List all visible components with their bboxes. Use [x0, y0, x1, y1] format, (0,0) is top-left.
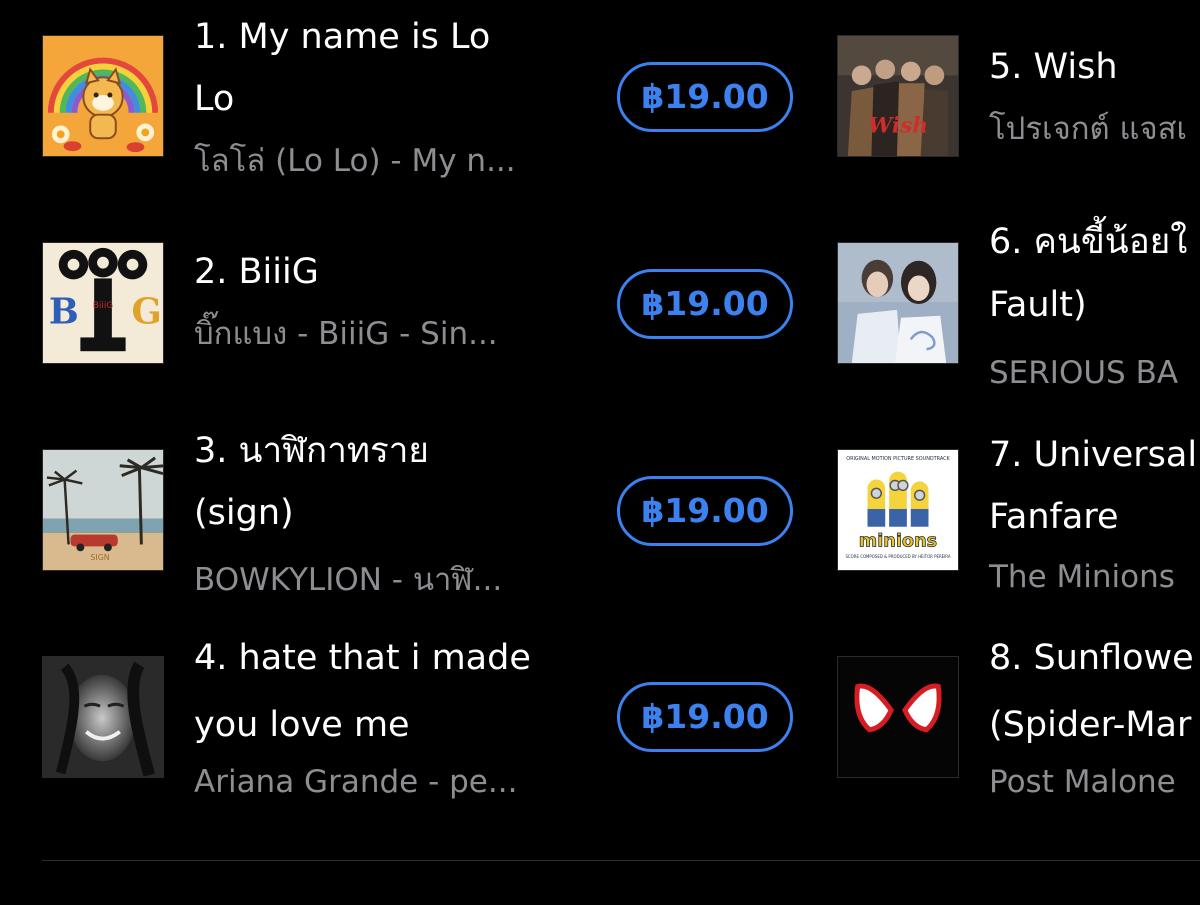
song-title-line: you love me [194, 705, 410, 745]
song-title-line: 5. Wish [989, 47, 1118, 87]
song-title-line: 2. BiiiG [194, 252, 319, 292]
album-art-spiderman-icon[interactable] [837, 656, 959, 778]
song-artist-album: Post Malone [989, 764, 1176, 800]
buy-price-button[interactable]: ฿19.00 [617, 62, 793, 132]
song-row-2[interactable]: B G BiiiG 2. BiiiG บิ๊กแบง - BiiiG - Sin… [42, 242, 802, 402]
song-title-line: Lo [194, 79, 235, 119]
album-art-sign-icon[interactable]: SIGN [42, 449, 164, 571]
song-title-line: 3. นาฬิกาทราย [194, 431, 429, 471]
buy-price-button[interactable]: ฿19.00 [617, 269, 793, 339]
song-row-4[interactable]: 4. hate that i made you love me Ariana G… [42, 638, 802, 816]
song-row-5[interactable]: Wish 5. Wish โปรเจกต์ แจสเ [837, 35, 1200, 195]
song-title-line: 1. My name is Lo [194, 17, 491, 57]
song-artist-album: โปรเจกต์ แจสเ [989, 111, 1188, 147]
song-title-line: 4. hate that i made [194, 638, 531, 678]
song-title-line: (sign) [194, 493, 294, 533]
song-row-8[interactable]: 8. Sunflowe (Spider-Mar Post Malone [837, 638, 1200, 816]
art-wish-word: Wish [868, 113, 928, 138]
svg-text:G: G [132, 292, 162, 333]
svg-text:B: B [49, 292, 79, 333]
song-title-line: Fault) [989, 285, 1087, 325]
art-minions-word: minions [859, 531, 937, 551]
song-artist-album: บิ๊กแบง - BiiiG - Sin... [194, 316, 498, 352]
art-minions-header: ORIGINAL MOTION PICTURE SOUNDTRACK [846, 456, 950, 462]
album-art-wish-icon[interactable]: Wish [837, 35, 959, 157]
album-art-mysally-icon[interactable] [837, 242, 959, 364]
art-biiig-word: BiiiG [93, 301, 113, 311]
song-artist-album: SERIOUS BA [989, 355, 1179, 391]
song-artist-album: Ariana Grande - pe... [194, 764, 518, 800]
song-title-line: Fanfare [989, 497, 1119, 537]
art-minions-credit: SCORE COMPOSED & PRODUCED BY HEITOR PERE… [845, 554, 950, 559]
art-sign-word: SIGN [90, 553, 109, 562]
album-art-biiig-icon[interactable]: B G BiiiG [42, 242, 164, 364]
itunes-top-songs-chart: 1. My name is Lo Lo โลโล่ (Lo Lo) - My n… [0, 0, 1200, 905]
album-art-minions-icon[interactable]: ORIGINAL MOTION PICTURE SOUNDTRACK minio… [837, 449, 959, 571]
song-artist-album: BOWKYLION - นาฬิ... [194, 562, 503, 598]
song-row-1[interactable]: 1. My name is Lo Lo โลโล่ (Lo Lo) - My n… [42, 17, 802, 195]
song-title-line: 7. Universal [989, 435, 1198, 475]
album-art-lolo-icon[interactable] [42, 35, 164, 157]
song-row-7[interactable]: ORIGINAL MOTION PICTURE SOUNDTRACK minio… [837, 435, 1200, 609]
song-title-line: (Spider-Mar [989, 705, 1192, 745]
song-title-line: 8. Sunflowe [989, 638, 1194, 678]
list-divider [42, 860, 1200, 861]
buy-price-button[interactable]: ฿19.00 [617, 682, 793, 752]
song-artist-album: The Minions [989, 559, 1175, 595]
song-title-line: 6. คนขี้น้อยใ [989, 222, 1188, 262]
song-row-3[interactable]: SIGN 3. นาฬิกาทราย (sign) BOWKYLION - นา… [42, 431, 802, 609]
song-artist-album: โลโล่ (Lo Lo) - My n... [194, 143, 516, 179]
song-row-6[interactable]: 6. คนขี้น้อยใ Fault) SERIOUS BA [837, 222, 1200, 402]
album-art-ariana-icon[interactable] [42, 656, 164, 778]
buy-price-button[interactable]: ฿19.00 [617, 476, 793, 546]
